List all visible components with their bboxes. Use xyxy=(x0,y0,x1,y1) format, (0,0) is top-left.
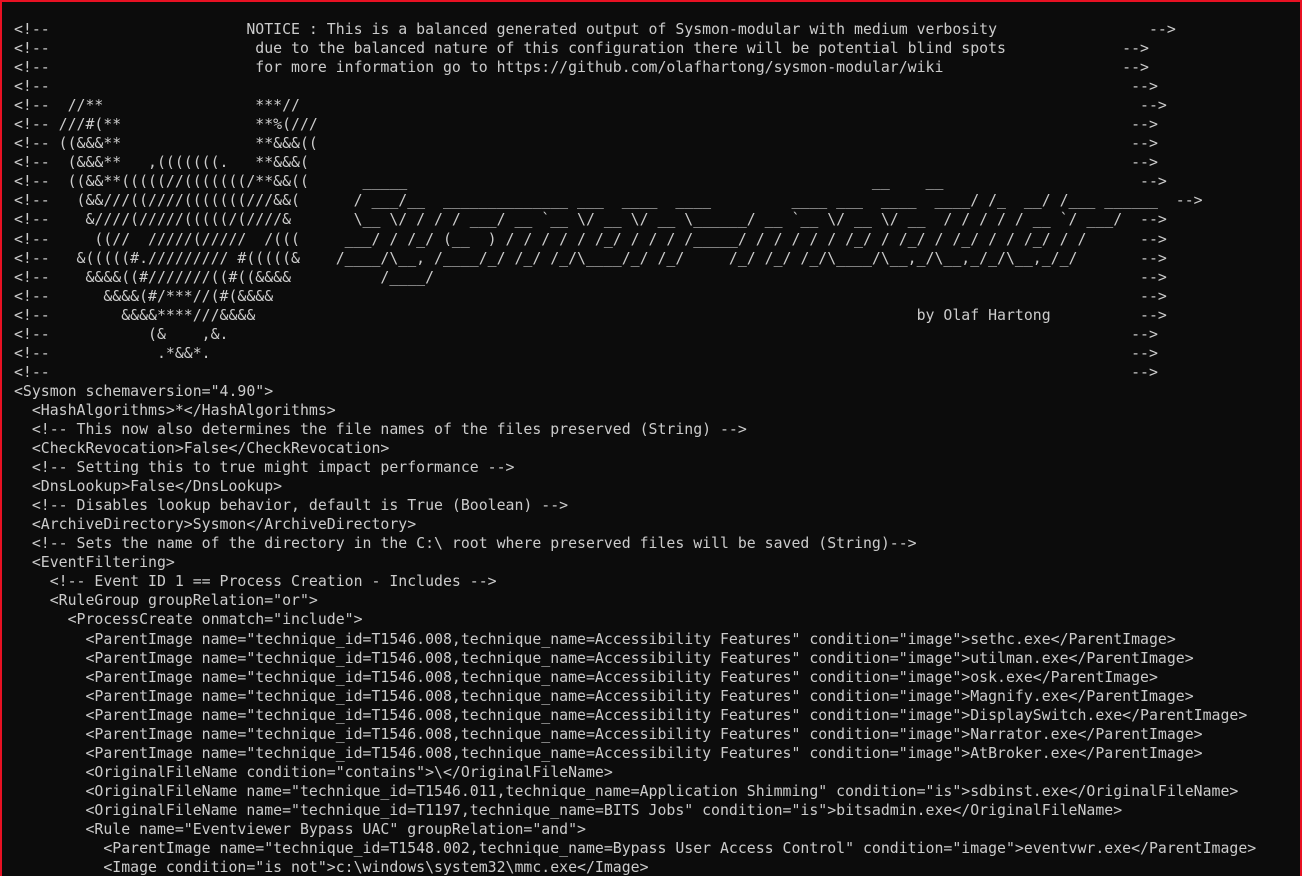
console-line: <!-- (&&&** ,(((((((. **&&&( --> xyxy=(14,153,1158,172)
console-line: <ParentImage name="technique_id=T1546.00… xyxy=(14,648,1194,667)
console-line: <OriginalFileName name="technique_id=T11… xyxy=(14,800,1123,819)
console-line: <!-- &&&&****///&&&& by Olaf Hartong --> xyxy=(14,305,1167,324)
console-line: <OriginalFileName condition="contains">\… xyxy=(14,762,613,781)
console-line: <!-- .*&&*. --> xyxy=(14,343,1158,362)
console-line: <ParentImage name="technique_id=T1548.00… xyxy=(14,839,1257,858)
console-line: <ParentImage name="technique_id=T1546.00… xyxy=(14,743,1203,762)
console-line: <ParentImage name="technique_id=T1546.00… xyxy=(14,686,1194,705)
console-window: <!-- NOTICE : This is a balanced generat… xyxy=(0,0,1302,876)
console-line: <!-- This now also determines the file n… xyxy=(14,419,747,438)
console-line: <!-- Setting this to true might impact p… xyxy=(14,458,515,477)
console-line: <DnsLookup>False</DnsLookup> xyxy=(14,477,283,496)
console-output[interactable]: <!-- NOTICE : This is a balanced generat… xyxy=(14,20,1299,876)
console-line: <!-- (&&///((////(((((((///&&( / ___/__ … xyxy=(14,191,1203,210)
console-line: <!-- ((&&&** **&&&(( --> xyxy=(14,134,1158,153)
console-line: <!-- &(((((#.///////// #(((((& /____/\__… xyxy=(14,248,1167,267)
console-line: <Image condition="is not">c:\windows\sys… xyxy=(14,858,649,876)
console-line: <ParentImage name="technique_id=T1546.00… xyxy=(14,629,1176,648)
console-line: <!-- due to the balanced nature of this … xyxy=(14,39,1149,58)
console-line: <ProcessCreate onmatch="include"> xyxy=(14,610,363,629)
console-line: <RuleGroup groupRelation="or"> xyxy=(14,591,318,610)
console-line: <HashAlgorithms>*</HashAlgorithms> xyxy=(14,400,336,419)
console-line: <!-- ((&&**(((((//(((((((/**&&(( _____ _… xyxy=(14,172,1167,191)
console-line: <!-- (& ,&. --> xyxy=(14,324,1158,343)
console-line: <!-- &&&&(#/***//(#(&&&& --> xyxy=(14,286,1167,305)
console-line: <!-- //** ***// --> xyxy=(14,96,1167,115)
console-line: <Rule name="Eventviewer Bypass UAC" grou… xyxy=(14,819,586,838)
console-line: <!-- --> xyxy=(14,77,1158,96)
console-line: <ParentImage name="technique_id=T1546.00… xyxy=(14,705,1248,724)
console-line: <!-- Disables lookup behavior, default i… xyxy=(14,496,569,515)
console-line: <!-- NOTICE : This is a balanced generat… xyxy=(14,20,1176,38)
console-line: <!-- &////(/////(((((/(////& \__ \/ / / … xyxy=(14,210,1167,229)
console-line: <ParentImage name="technique_id=T1546.00… xyxy=(14,667,1158,686)
console-line: <OriginalFileName name="technique_id=T15… xyxy=(14,781,1239,800)
console-line: <CheckRevocation>False</CheckRevocation> xyxy=(14,439,390,458)
console-line: <!-- Sets the name of the directory in t… xyxy=(14,534,917,553)
console-line: <!-- ((// /////(///// /((( ___/ / /_/ (_… xyxy=(14,229,1167,248)
console-line: <!-- for more information go to https://… xyxy=(14,58,1149,77)
console-line: <!-- &&&&((#///////((#((&&&& /____/ --> xyxy=(14,267,1167,286)
console-line: <ArchiveDirectory>Sysmon</ArchiveDirecto… xyxy=(14,515,417,534)
console-line: <!-- Event ID 1 == Process Creation - In… xyxy=(14,572,497,591)
console-line: <!-- --> xyxy=(14,362,1158,381)
console-line: <ParentImage name="technique_id=T1546.00… xyxy=(14,724,1203,743)
console-line: <EventFiltering> xyxy=(14,553,175,572)
console-line: <Sysmon schemaversion="4.90"> xyxy=(14,381,274,400)
console-line: <!-- ///#(** **%(/// --> xyxy=(14,115,1158,134)
